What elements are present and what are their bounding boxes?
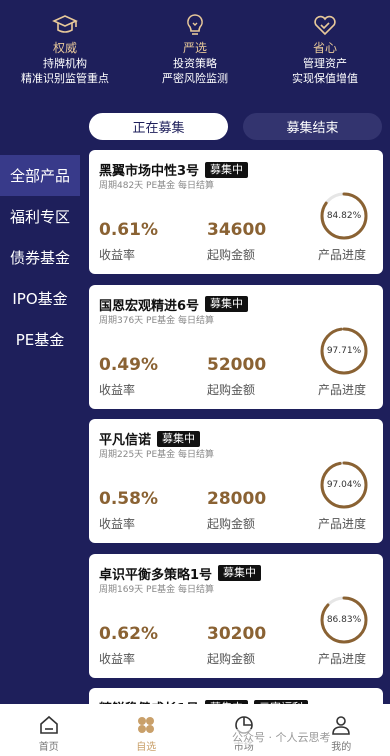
lightbulb-icon bbox=[187, 14, 203, 35]
yield-value: 0.61% bbox=[99, 220, 158, 240]
feature-authority: 权威 持牌机构 精准识别监管重点 bbox=[0, 12, 130, 105]
yield-label: 收益率 bbox=[99, 248, 136, 262]
product-name: 平凡信诺 bbox=[99, 433, 152, 448]
sidebar-item-ipo[interactable]: IPO基金 bbox=[0, 278, 80, 319]
tab-raising[interactable]: 正在募集 bbox=[89, 113, 228, 140]
sidebar-item-bond[interactable]: 债券基金 bbox=[0, 237, 80, 278]
progress-label: 产品进度 bbox=[318, 382, 367, 397]
nav-label: 自选 bbox=[136, 742, 157, 753]
watermark: 公众号 · 个人云思考 bbox=[232, 729, 331, 745]
feature-line: 实现保值增值 bbox=[292, 72, 358, 85]
min-amount-value: 52000 bbox=[207, 354, 267, 375]
sidebar-item-welfare[interactable]: 福利专区 bbox=[0, 196, 80, 237]
graduation-cap-icon bbox=[52, 15, 78, 33]
feature-title: 权威 bbox=[52, 41, 77, 55]
grid-icon bbox=[138, 717, 155, 733]
min-amount-value: 28000 bbox=[207, 489, 267, 509]
min-amount-value: 30200 bbox=[207, 623, 267, 644]
product-meta: 周期169天 PE基金 每日结算 bbox=[99, 584, 215, 595]
product-name: 黑翼市场中性3号 bbox=[99, 164, 200, 179]
sidebar-item-pe[interactable]: PE基金 bbox=[0, 319, 80, 360]
min-amount-value: 34600 bbox=[207, 220, 267, 240]
yield-value: 0.58% bbox=[99, 489, 158, 509]
product-card[interactable]: 国恩宏观精进6号 募集中 周期376天 PE基金 每日结算 0.49% 5200… bbox=[89, 284, 383, 409]
product-card[interactable]: 卓识平衡多策略1号 募集中 周期169天 PE基金 每日结算 0.62% 302… bbox=[89, 553, 383, 678]
feature-strip: 权威 持牌机构 精准识别监管重点 严选 投资策略 严密风险监测 省心 管理资产 … bbox=[0, 0, 390, 105]
feature-line: 持牌机构 bbox=[43, 57, 87, 70]
nav-home[interactable]: 首页 bbox=[0, 704, 97, 756]
status-badge: 募集中 bbox=[157, 430, 201, 447]
feature-selective: 严选 投资策略 严密风险监测 bbox=[130, 12, 260, 105]
min-amount-label: 起购金额 bbox=[207, 382, 256, 397]
progress-label: 产品进度 bbox=[318, 517, 367, 531]
bottom-navigation: 首页 自选 市场 我的 bbox=[0, 704, 390, 756]
progress-percent: 84.82% bbox=[326, 211, 362, 221]
feature-line: 管理资产 bbox=[303, 57, 347, 70]
yield-label: 收益率 bbox=[99, 517, 136, 531]
min-amount-label: 起购金额 bbox=[207, 248, 256, 262]
status-badge: 募集中 bbox=[218, 565, 262, 581]
progress-percent: 97.04% bbox=[326, 480, 362, 490]
yield-value: 0.49% bbox=[99, 354, 158, 375]
yield-label: 收益率 bbox=[99, 651, 136, 666]
product-name: 卓识平衡多策略1号 bbox=[99, 567, 213, 583]
feature-line: 精准识别监管重点 bbox=[21, 72, 109, 85]
product-list: 黑翼市场中性3号 募集中 周期482天 PE基金 每日结算 0.61% 3460… bbox=[89, 150, 383, 739]
home-icon bbox=[39, 715, 58, 734]
min-amount-label: 起购金额 bbox=[207, 651, 256, 666]
product-meta: 周期376天 PE基金 每日结算 bbox=[99, 315, 215, 326]
yield-value: 0.62% bbox=[99, 623, 158, 644]
nav-watchlist[interactable]: 自选 bbox=[98, 704, 195, 756]
feature-line: 严密风险监测 bbox=[162, 72, 228, 85]
user-icon bbox=[332, 716, 351, 735]
yield-label: 收益率 bbox=[99, 382, 136, 397]
nav-label: 首页 bbox=[38, 742, 59, 753]
product-meta: 周期225天 PE基金 每日结算 bbox=[99, 450, 215, 460]
feature-carefree: 省心 管理资产 实现保值增值 bbox=[260, 12, 390, 105]
progress-percent: 86.83% bbox=[326, 614, 362, 625]
product-meta: 周期482天 PE基金 每日结算 bbox=[99, 181, 215, 191]
feature-title: 省心 bbox=[312, 41, 337, 55]
heart-check-icon bbox=[314, 15, 336, 36]
status-badge: 募集中 bbox=[205, 161, 249, 178]
min-amount-label: 起购金额 bbox=[207, 517, 256, 531]
status-badge: 募集中 bbox=[205, 296, 249, 312]
category-sidebar: 全部产品 福利专区 债券基金 IPO基金 PE基金 bbox=[0, 155, 80, 360]
progress-label: 产品进度 bbox=[318, 248, 367, 262]
product-card[interactable]: 黑翼市场中性3号 募集中 周期482天 PE基金 每日结算 0.61% 3460… bbox=[89, 150, 383, 274]
feature-title: 严选 bbox=[182, 41, 207, 55]
tab-raise-ended[interactable]: 募集结束 bbox=[243, 113, 382, 140]
product-name: 国恩宏观精进6号 bbox=[99, 298, 200, 314]
progress-label: 产品进度 bbox=[318, 651, 367, 666]
progress-percent: 97.71% bbox=[326, 345, 362, 356]
feature-line: 投资策略 bbox=[173, 57, 217, 70]
sidebar-item-all[interactable]: 全部产品 bbox=[0, 155, 80, 196]
fundraise-tabs: 正在募集 募集结束 bbox=[89, 113, 382, 140]
product-card[interactable]: 平凡信诺 募集中 周期225天 PE基金 每日结算 0.58% 28000 收益… bbox=[89, 419, 383, 543]
